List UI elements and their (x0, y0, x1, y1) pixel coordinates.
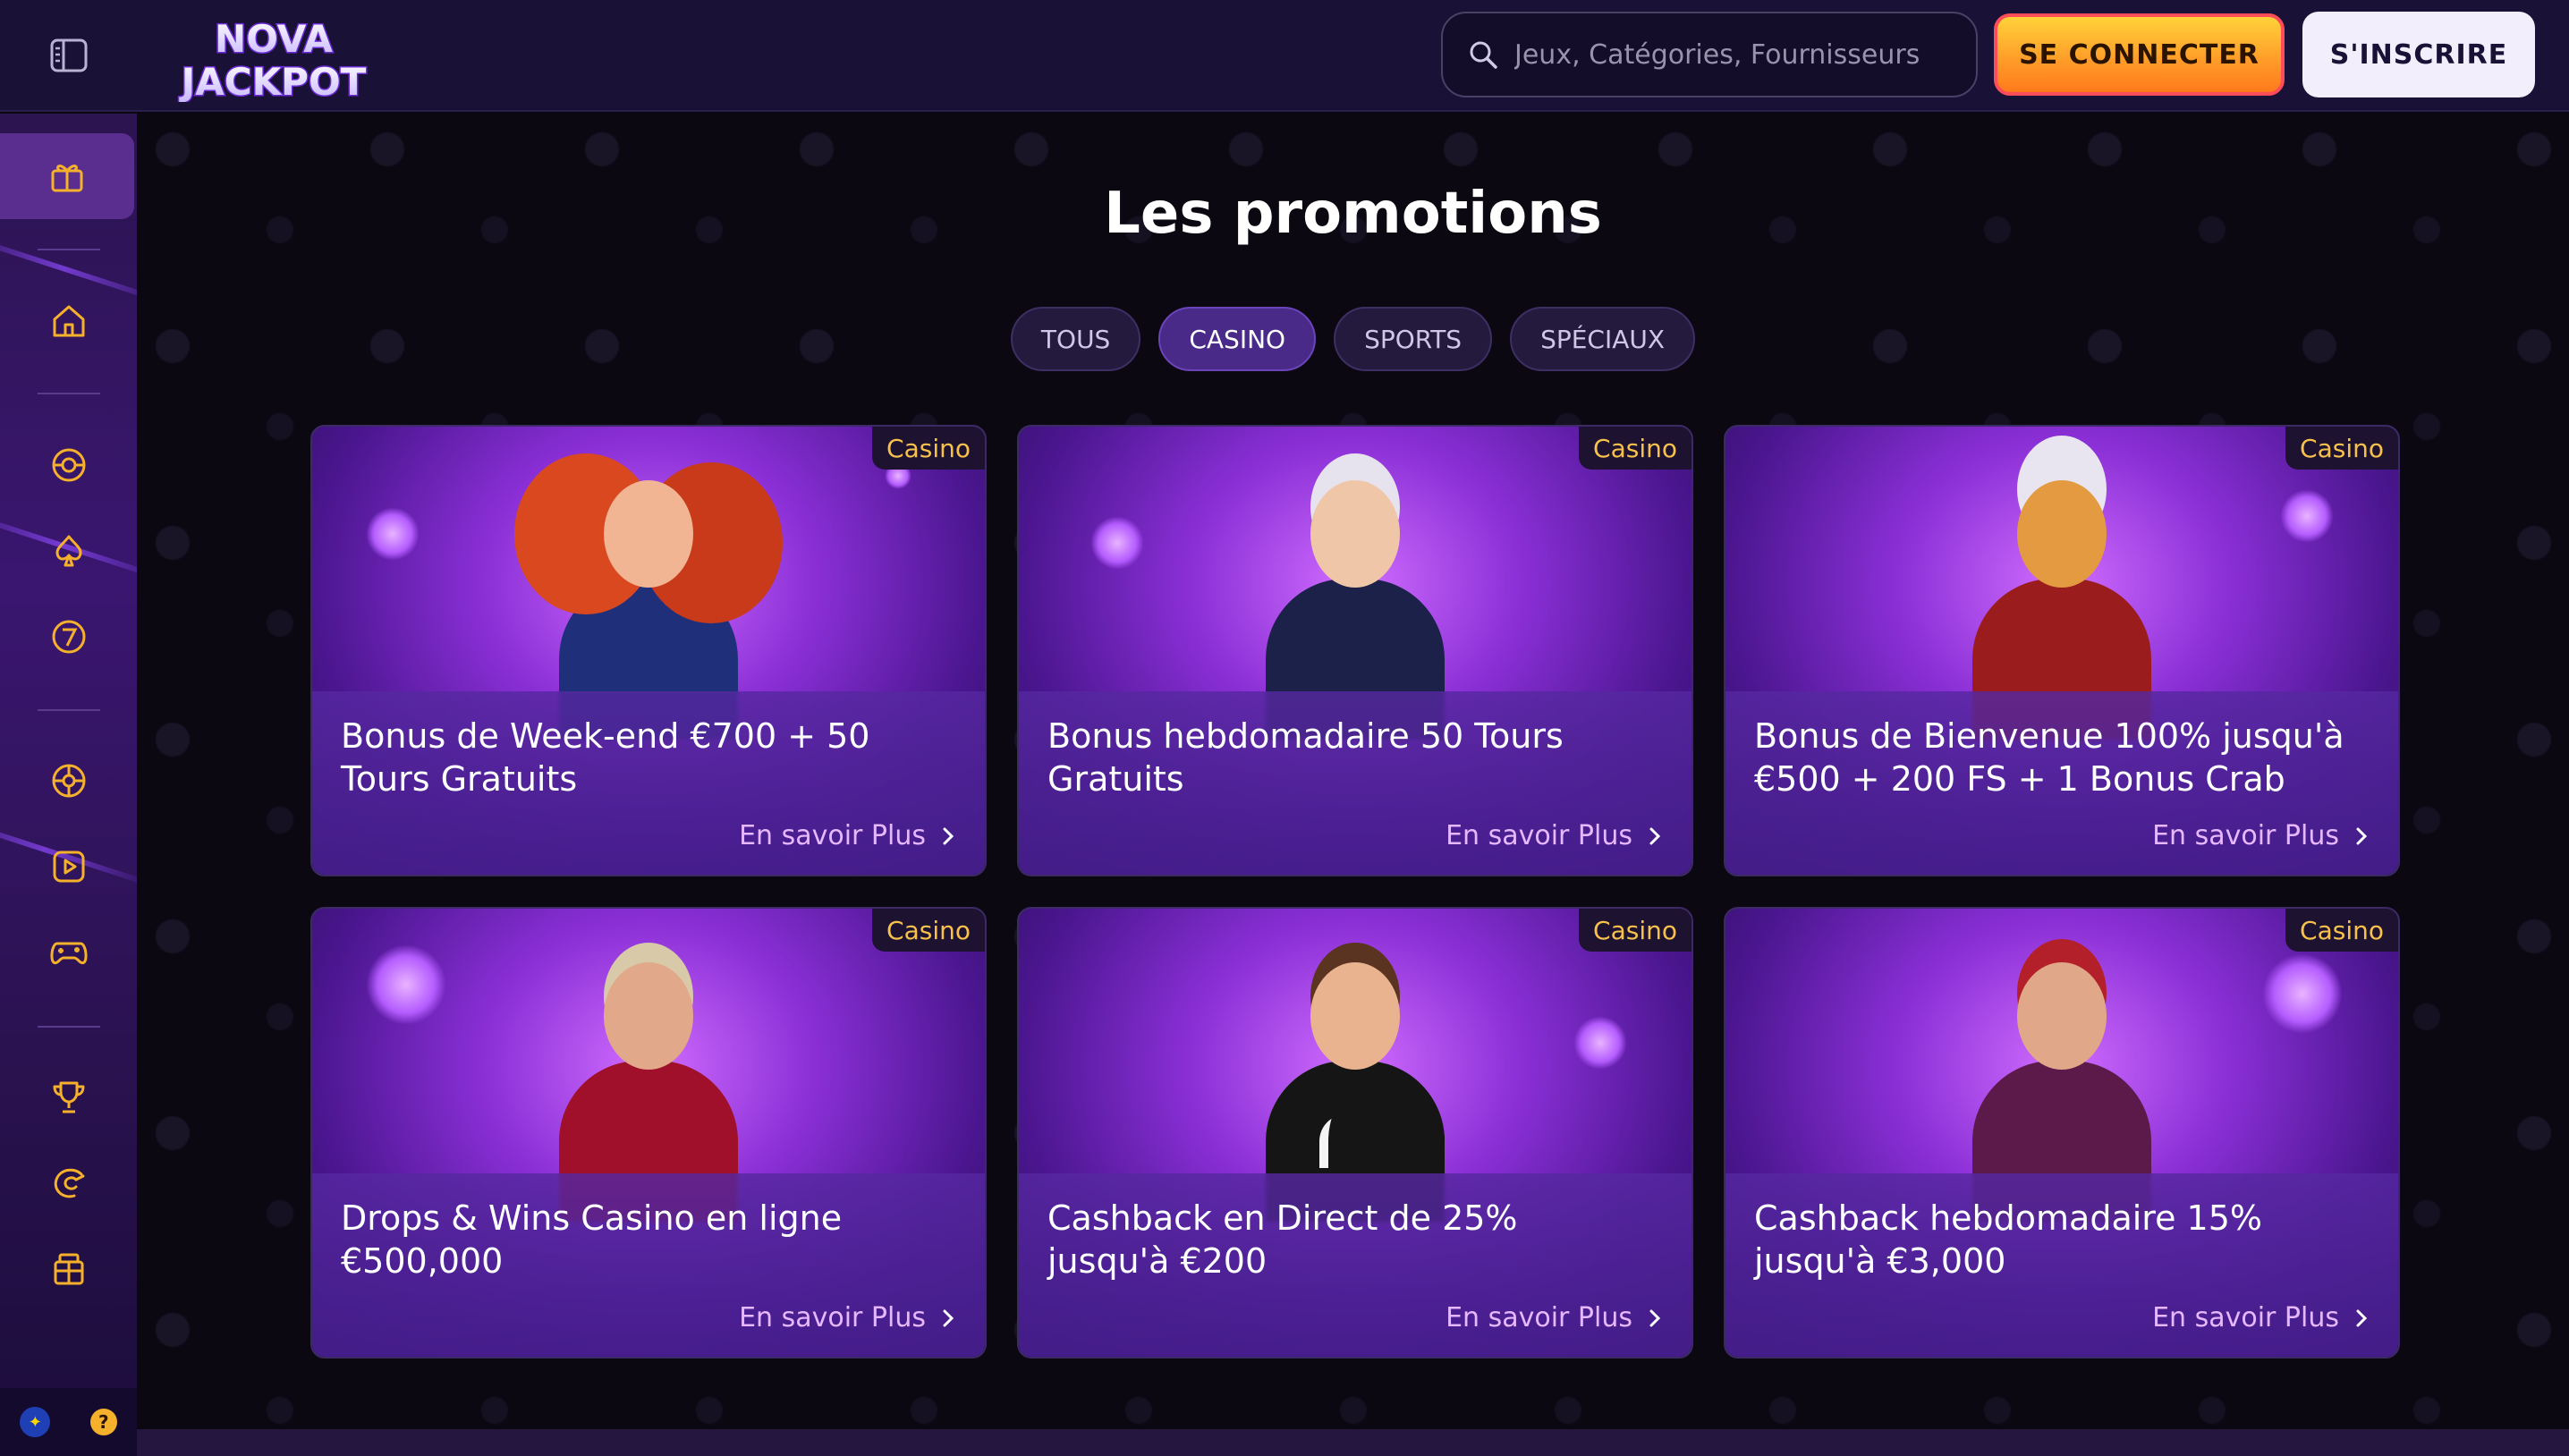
sidebar-item-roulette[interactable] (0, 738, 137, 824)
nova-jackpot-logo[interactable]: NOVA JACKPOT (150, 13, 397, 106)
chevron-right-icon (2356, 1309, 2368, 1326)
search-bar[interactable] (1441, 12, 1978, 97)
learn-more-link[interactable]: En savoir Plus (2152, 820, 2368, 851)
category-badge: Casino (1579, 909, 1691, 952)
promotion-image (1725, 909, 2398, 1222)
trophy-icon (53, 1081, 84, 1113)
sidebar-item-home[interactable] (0, 278, 137, 364)
learn-more-label: En savoir Plus (1446, 1302, 1632, 1333)
promotion-title: Cashback hebdomadaire 15% jusqu'à €3,000 (1754, 1198, 2263, 1281)
learn-more-label: En savoir Plus (1446, 820, 1632, 851)
promotion-image (1019, 427, 1691, 740)
promotion-card[interactable]: Casino Cashback hebdomadaire 15% jusqu'à… (1724, 907, 2400, 1359)
sidebar-item-promotions[interactable] (0, 133, 134, 219)
svg-text:NOVA: NOVA (215, 17, 333, 61)
learn-more-link[interactable]: En savoir Plus (739, 1302, 954, 1333)
promotion-title: Drops & Wins Casino en ligne €500,000 (341, 1198, 843, 1281)
learn-more-label: En savoir Plus (2152, 820, 2339, 851)
promotion-info-panel: Drops & Wins Casino en ligne €500,000 En… (312, 1173, 985, 1357)
chevron-right-icon (2356, 827, 2368, 844)
promotion-card[interactable]: Casino Drops & Wins Casino en ligne €500… (310, 907, 987, 1359)
category-badge: Casino (872, 427, 985, 470)
page-title: Les promotions (1104, 181, 1602, 247)
sidebar-item-tournaments[interactable] (0, 1054, 137, 1140)
promotion-card[interactable]: Casino Bonus de Bienvenue 100% jusqu'à €… (1724, 425, 2400, 876)
sidebar-divider (38, 709, 100, 711)
learn-more-link[interactable]: En savoir Plus (1446, 820, 1661, 851)
promotions-icon (51, 165, 83, 192)
sidebar-divider (38, 393, 100, 394)
promotion-card[interactable]: Casino Bonus hebdomadaire 50 Tours Gratu… (1017, 425, 1693, 876)
sidebar-item-store[interactable] (0, 1226, 137, 1312)
racing-icon (54, 1168, 84, 1198)
top-header: NOVA JACKPOT SE CONNECTER S'INSCRIRE (0, 0, 2569, 112)
tab-casino[interactable]: CASINO (1158, 307, 1317, 371)
register-button[interactable]: S'INSCRIRE (2302, 12, 2535, 97)
login-button[interactable]: SE CONNECTER (1994, 13, 2285, 96)
help-icon[interactable]: ? (89, 1409, 117, 1435)
category-badge: Casino (2285, 427, 2398, 470)
promotion-info-panel: Cashback hebdomadaire 15% jusqu'à €3,000… (1725, 1173, 2398, 1357)
sidebar-toggle-button[interactable] (47, 34, 91, 77)
sidebar-item-lucky-seven[interactable] (0, 594, 137, 680)
sidebar-divider (38, 249, 100, 250)
promotion-card[interactable]: Casino Bonus de Week-end €700 + 50 Tours… (310, 425, 987, 876)
category-badge: Casino (1579, 427, 1691, 470)
sidebar-item-poker[interactable] (0, 508, 137, 594)
sidebar-footer: ✦ ? (0, 1388, 137, 1456)
chevron-right-icon (1649, 827, 1661, 844)
promotion-image (312, 427, 985, 740)
gamepad-icon (49, 942, 88, 965)
promotion-title: Bonus de Bienvenue 100% jusqu'à €500 + 2… (1754, 716, 2344, 799)
category-badge: Casino (872, 909, 985, 952)
language-flag-icon[interactable]: ✦ (20, 1407, 51, 1437)
sidebar-item-games[interactable] (0, 910, 137, 995)
chevron-right-icon (943, 827, 954, 844)
bottom-bar (137, 1429, 2569, 1456)
promotions-grid: Casino Bonus de Week-end €700 + 50 Tours… (310, 425, 2400, 1359)
chevron-right-icon (943, 1309, 954, 1326)
home-icon (53, 305, 84, 337)
learn-more-link[interactable]: En savoir Plus (2152, 1302, 2368, 1333)
gift-icon (54, 1253, 83, 1285)
promotion-info-panel: Cashback en Direct de 25% jusqu'à €200 E… (1019, 1173, 1691, 1357)
promotion-info-panel: Bonus hebdomadaire 50 Tours Gratuits En … (1019, 691, 1691, 875)
roulette-icon (52, 764, 85, 798)
sidebar-item-sports[interactable] (0, 422, 137, 508)
sidebar-item-racing[interactable] (0, 1140, 137, 1226)
poker-icon (55, 535, 81, 567)
tab-tous[interactable]: TOUS (1010, 307, 1141, 371)
main-content: Les promotions TOUS CASINO SPORTS SPÉCIA… (137, 114, 2569, 1456)
learn-more-label: En savoir Plus (2152, 1302, 2339, 1333)
promotion-image (312, 909, 985, 1222)
promotion-filter-tabs: TOUS CASINO SPORTS SPÉCIAUX (137, 307, 2569, 371)
sidebar-toggle-icon (50, 38, 88, 72)
live-play-icon (53, 851, 84, 883)
sidebar-item-live-play[interactable] (0, 824, 137, 910)
sports-icon (52, 448, 85, 482)
learn-more-link[interactable]: En savoir Plus (1446, 1302, 1661, 1333)
promotion-card[interactable]: Casino Cashback en Direct de 25% jusqu'à… (1017, 907, 1693, 1359)
search-input[interactable] (1514, 38, 1962, 71)
promotion-info-panel: Bonus de Bienvenue 100% jusqu'à €500 + 2… (1725, 691, 2398, 875)
tab-speciaux[interactable]: SPÉCIAUX (1510, 307, 1696, 371)
promotion-title: Cashback en Direct de 25% jusqu'à €200 (1047, 1198, 1518, 1281)
sidebar-divider (38, 1026, 100, 1028)
learn-more-label: En savoir Plus (739, 1302, 926, 1333)
promotion-title: Bonus de Week-end €700 + 50 Tours Gratui… (341, 716, 870, 799)
tab-sports[interactable]: SPORTS (1334, 307, 1493, 371)
svg-text:JACKPOT: JACKPOT (179, 60, 367, 102)
learn-more-label: En savoir Plus (739, 820, 926, 851)
lucky-seven-icon (52, 620, 85, 654)
promotion-image (1019, 909, 1691, 1222)
category-badge: Casino (2285, 909, 2398, 952)
promotion-info-panel: Bonus de Week-end €700 + 50 Tours Gratui… (312, 691, 985, 875)
chevron-right-icon (1649, 1309, 1661, 1326)
learn-more-link[interactable]: En savoir Plus (739, 820, 954, 851)
left-sidebar: ✦ ? (0, 114, 137, 1456)
search-icon (1470, 41, 1497, 69)
promotion-image (1725, 427, 2398, 740)
promotion-title: Bonus hebdomadaire 50 Tours Gratuits (1047, 716, 1564, 799)
